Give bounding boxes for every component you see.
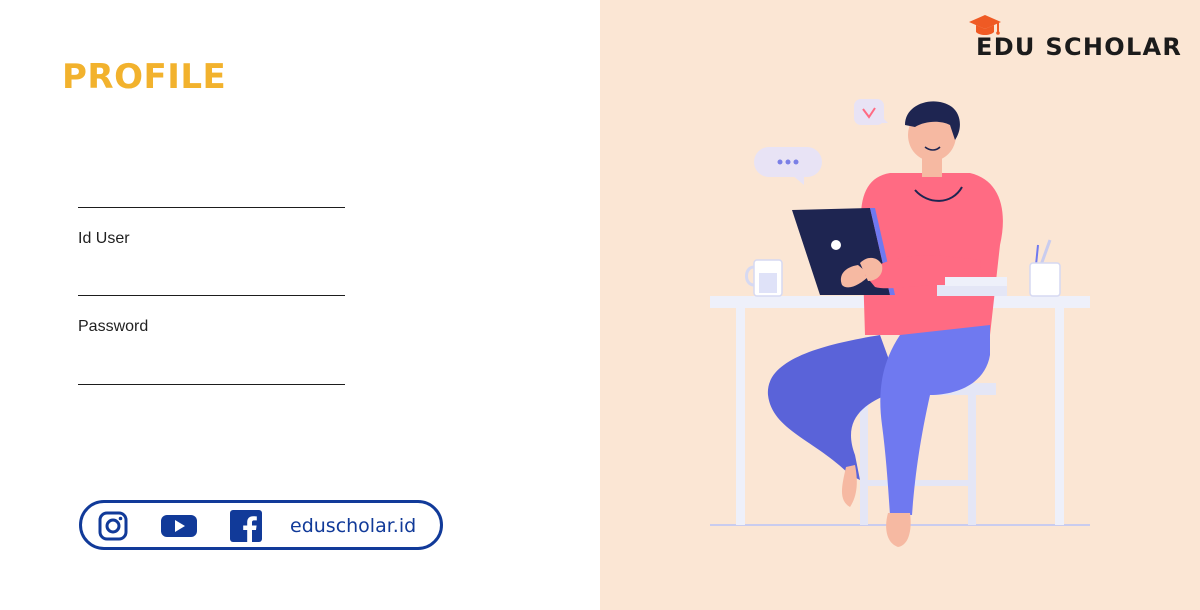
left-panel: PROFILE Id User Password eduscholar.id (0, 0, 600, 610)
password-underline[interactable] (78, 384, 345, 385)
brand-name: EDU SCHOLAR (976, 33, 1183, 61)
brand-logo: EDU SCHOLAR (968, 14, 1188, 64)
chat-bubble-icon (754, 147, 822, 185)
books (937, 277, 1007, 296)
youtube-icon[interactable] (160, 510, 198, 542)
id-user-underline[interactable] (78, 295, 345, 296)
instagram-icon[interactable] (97, 510, 129, 542)
pencil-cup (1029, 239, 1061, 297)
social-links-bar: eduscholar.id (79, 500, 443, 550)
password-label: Password (78, 318, 149, 335)
page-title: PROFILE (62, 57, 227, 97)
check-bubble-icon (854, 99, 888, 125)
id-user-label: Id User (78, 230, 130, 247)
mug (745, 259, 783, 297)
name-underline (78, 207, 345, 208)
website-link[interactable]: eduscholar.id (290, 514, 416, 538)
facebook-icon[interactable] (230, 510, 262, 542)
person-with-tablet-illustration (710, 99, 1090, 547)
